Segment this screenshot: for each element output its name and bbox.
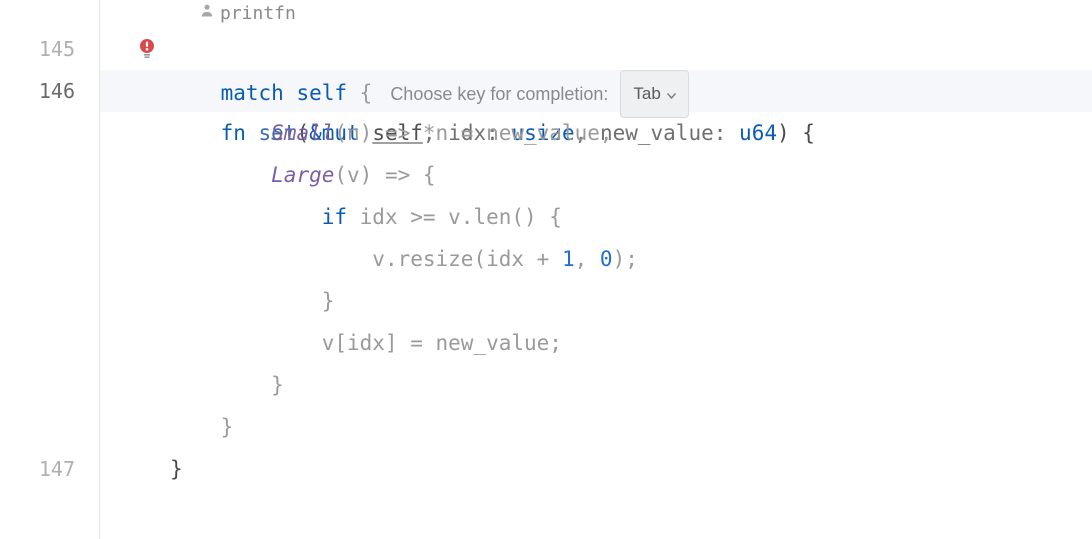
keyword-if: if [322, 205, 360, 229]
completion-key-dropdown[interactable]: Tab [620, 70, 688, 118]
code-line-147[interactable]: } [100, 448, 1092, 490]
code-line-146[interactable]: match self {Choose key for completion:Ta… [100, 70, 1092, 112]
code-line-suggestion[interactable]: v.resize(idx + 1, 0); [100, 238, 1092, 280]
chevron-down-icon [667, 73, 676, 115]
line-number: 147 [0, 448, 75, 490]
code-editor[interactable]: printfn fn set(&mut self, idx: usize, ne… [100, 0, 1092, 539]
code-line-suggestion[interactable]: v[idx] = new_value; [100, 322, 1092, 364]
number-literal: 1 [562, 247, 575, 271]
line-number-gutter: 145 146 147 [0, 0, 100, 539]
code-line-145[interactable]: fn set(&mut self, idx: usize, new_value:… [100, 28, 1092, 70]
author-name: printfn [220, 3, 296, 24]
code-line-suggestion[interactable]: Small(n) => *n = new_value, [100, 112, 1092, 154]
code-line-suggestion[interactable]: Large(v) => { [100, 154, 1092, 196]
intention-bulb[interactable] [138, 28, 156, 70]
line-number-current: 146 [0, 70, 75, 112]
keyword-match: match [221, 81, 297, 105]
person-icon [200, 0, 214, 26]
code-line-suggestion[interactable]: } [100, 364, 1092, 406]
line-number: 145 [0, 28, 75, 70]
number-literal: 0 [600, 247, 613, 271]
code-line-suggestion[interactable]: } [100, 406, 1092, 448]
enum-variant-large: Large [271, 163, 334, 187]
completion-hint: Choose key for completion: Tab [390, 70, 689, 118]
code-line-suggestion[interactable]: } [100, 280, 1092, 322]
enum-variant-small: Small [271, 121, 334, 145]
keyword-self: self [296, 81, 347, 105]
code-line-suggestion[interactable]: if idx >= v.len() { [100, 196, 1092, 238]
author-inlay: printfn [100, 0, 1092, 28]
completion-key-label: Tab [633, 73, 660, 115]
completion-hint-text: Choose key for completion: [390, 73, 608, 115]
